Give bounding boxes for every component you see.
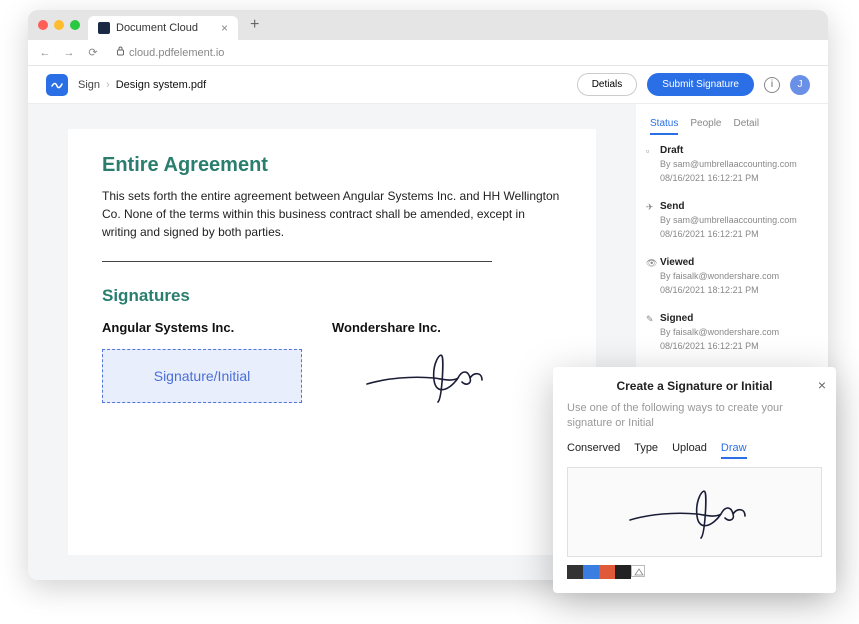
section-heading: Signatures	[102, 286, 562, 306]
signature-placeholder: Signature/Initial	[154, 368, 251, 384]
signer-label: Angular Systems Inc.	[102, 320, 302, 335]
tab-people[interactable]: People	[690, 118, 721, 135]
tab-detail[interactable]: Detail	[734, 118, 760, 135]
timeline-by: By faisalk@wondershare.com	[660, 270, 814, 284]
lock-icon	[116, 46, 125, 59]
color-swatch[interactable]	[583, 565, 599, 579]
timeline-by: By faisalk@wondershare.com	[660, 326, 814, 340]
divider	[102, 261, 492, 262]
signature-drawn	[332, 349, 532, 403]
tab-favicon	[98, 22, 110, 34]
browser-tab[interactable]: Document Cloud ×	[88, 16, 238, 40]
avatar[interactable]: J	[790, 75, 810, 95]
forward-icon[interactable]: →	[62, 47, 76, 59]
timeline-time: 08/16/2021 16:12:21 PM	[660, 172, 814, 186]
draft-icon: ▫	[646, 146, 649, 156]
close-icon[interactable]: ×	[818, 377, 826, 393]
tab-close-icon[interactable]: ×	[221, 21, 228, 35]
color-swatches	[567, 565, 822, 579]
traffic-lights[interactable]	[38, 20, 80, 30]
chevron-right-icon: ›	[106, 79, 110, 91]
color-swatch[interactable]	[599, 565, 615, 579]
app-header: Sign › Design system.pdf Detials Submit …	[28, 66, 828, 104]
minimize-window-icon[interactable]	[54, 20, 64, 30]
tab-type[interactable]: Type	[634, 442, 658, 459]
url-field[interactable]: cloud.pdfelement.io	[116, 46, 224, 59]
signer-label: Wondershare Inc.	[332, 320, 532, 335]
color-swatch[interactable]	[615, 565, 631, 579]
tab-upload[interactable]: Upload	[672, 442, 707, 459]
back-icon[interactable]: ←	[38, 47, 52, 59]
document-page: Entire Agreement This sets forth the ent…	[68, 129, 596, 555]
breadcrumb-item[interactable]: Design system.pdf	[116, 79, 206, 91]
timeline-time: 08/16/2021 16:12:21 PM	[660, 340, 814, 354]
modal-tabs: Conserved Type Upload Draw	[567, 442, 822, 459]
address-bar: ← → ⟳ cloud.pdfelement.io	[28, 40, 828, 66]
breadcrumb: Sign › Design system.pdf	[78, 79, 206, 91]
tab-title: Document Cloud	[116, 22, 198, 34]
send-icon: ✈	[646, 202, 654, 213]
sidebar-tabs: Status People Detail	[650, 118, 814, 135]
timeline-item: ✎ Signed By faisalk@wondershare.com 08/1…	[650, 313, 814, 353]
section-heading: Entire Agreement	[102, 154, 562, 177]
color-swatch[interactable]	[567, 565, 583, 579]
modal-subtitle: Use one of the following ways to create …	[567, 401, 822, 432]
timeline-title: Draft	[660, 145, 814, 156]
details-button[interactable]: Detials	[577, 73, 638, 96]
document-viewport: Entire Agreement This sets forth the ent…	[28, 104, 636, 580]
signature-canvas[interactable]	[567, 467, 822, 557]
timeline-title: Signed	[660, 313, 814, 324]
timeline-by: By sam@umbrellaaccounting.com	[660, 214, 814, 228]
modal-title: Create a Signature or Initial	[616, 379, 772, 393]
close-window-icon[interactable]	[38, 20, 48, 30]
reload-icon[interactable]: ⟳	[86, 46, 100, 59]
submit-signature-button[interactable]: Submit Signature	[647, 73, 754, 96]
signature-field[interactable]: Signature/Initial	[102, 349, 302, 403]
timeline-time: 08/16/2021 16:12:21 PM	[660, 228, 814, 242]
timeline-by: By sam@umbrellaaccounting.com	[660, 158, 814, 172]
timeline-item: ▫ Draft By sam@umbrellaaccounting.com 08…	[650, 145, 814, 185]
browser-chrome: Document Cloud × +	[28, 10, 828, 40]
timeline-item: ✈ Send By sam@umbrellaaccounting.com 08/…	[650, 201, 814, 241]
maximize-window-icon[interactable]	[70, 20, 80, 30]
color-picker-button[interactable]	[631, 565, 645, 577]
timeline-title: Send	[660, 201, 814, 212]
tab-status[interactable]: Status	[650, 118, 678, 135]
timeline-item: 👁 Viewed By faisalk@wondershare.com 08/1…	[650, 257, 814, 297]
signature-modal: Create a Signature or Initial × Use one …	[553, 367, 836, 593]
timeline-title: Viewed	[660, 257, 814, 268]
body-text: This sets forth the entire agreement bet…	[102, 187, 562, 241]
signed-icon: ✎	[646, 314, 654, 325]
viewed-icon: 👁	[646, 258, 657, 269]
new-tab-button[interactable]: +	[250, 16, 259, 34]
info-icon[interactable]: i	[764, 77, 780, 93]
timeline-time: 08/16/2021 18:12:21 PM	[660, 284, 814, 298]
tab-conserved[interactable]: Conserved	[567, 442, 620, 459]
url-text: cloud.pdfelement.io	[129, 47, 224, 59]
app-logo[interactable]	[46, 74, 68, 96]
breadcrumb-item[interactable]: Sign	[78, 79, 100, 91]
tab-draw[interactable]: Draw	[721, 442, 747, 459]
